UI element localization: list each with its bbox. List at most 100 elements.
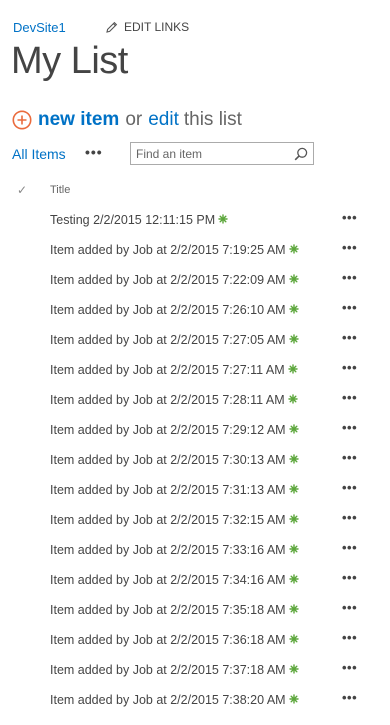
list-row-title-link[interactable]: Item added by Job at 2/2/2015 7:37:18 AM — [50, 663, 299, 677]
list-row-title: Item added by Job at 2/2/2015 7:26:10 AM — [50, 303, 286, 317]
edit-links-label: EDIT LINKS — [124, 20, 190, 34]
list-row[interactable]: Testing 2/2/2015 12:11:15 PM ••• — [0, 206, 390, 236]
list-row[interactable]: Item added by Job at 2/2/2015 7:27:05 AM… — [0, 326, 390, 356]
row-ellipsis-menu-button[interactable]: ••• — [342, 510, 357, 525]
row-ellipsis-menu-button[interactable]: ••• — [342, 600, 357, 615]
new-item-badge-icon — [288, 633, 299, 647]
row-ellipsis-menu-button[interactable]: ••• — [342, 420, 357, 435]
command-row: new item or edit this list — [12, 108, 242, 132]
list-row[interactable]: Item added by Job at 2/2/2015 7:29:12 AM… — [0, 416, 390, 446]
list-row-title-link[interactable]: Item added by Job at 2/2/2015 7:26:10 AM — [50, 303, 299, 317]
row-ellipsis-menu-button[interactable]: ••• — [342, 450, 357, 465]
list-row-title: Item added by Job at 2/2/2015 7:22:09 AM — [50, 273, 286, 287]
list-row[interactable]: Item added by Job at 2/2/2015 7:34:16 AM… — [0, 566, 390, 596]
search-icon[interactable] — [294, 147, 308, 166]
list-row-title-link[interactable]: Item added by Job at 2/2/2015 7:19:25 AM — [50, 243, 299, 257]
list-row[interactable]: Item added by Job at 2/2/2015 7:37:18 AM… — [0, 656, 390, 686]
new-item-badge-icon — [288, 543, 299, 557]
list-row-title: Item added by Job at 2/2/2015 7:29:12 AM — [50, 423, 286, 437]
search-input[interactable] — [131, 146, 291, 161]
row-ellipsis-menu-button[interactable]: ••• — [342, 540, 357, 555]
list-row[interactable]: Item added by Job at 2/2/2015 7:26:10 AM… — [0, 296, 390, 326]
list-row-title: Item added by Job at 2/2/2015 7:36:18 AM — [50, 633, 286, 647]
list-row-title: Item added by Job at 2/2/2015 7:31:13 AM — [50, 483, 286, 497]
list-row-title-link[interactable]: Item added by Job at 2/2/2015 7:31:13 AM — [50, 483, 299, 497]
row-ellipsis-menu-button[interactable]: ••• — [342, 270, 357, 285]
list-row-title: Item added by Job at 2/2/2015 7:35:18 AM — [50, 603, 286, 617]
new-item-badge-icon — [288, 663, 299, 677]
list-row-title: Testing 2/2/2015 12:11:15 PM — [50, 213, 216, 227]
list-row[interactable]: Item added by Job at 2/2/2015 7:31:13 AM… — [0, 476, 390, 506]
new-item-badge-icon — [288, 243, 299, 257]
row-ellipsis-menu-button[interactable]: ••• — [342, 690, 357, 705]
new-item-badge-icon — [288, 453, 299, 467]
site-link[interactable]: DevSite1 — [13, 20, 66, 35]
list-row-title: Item added by Job at 2/2/2015 7:19:25 AM — [50, 243, 286, 257]
row-ellipsis-menu-button[interactable]: ••• — [342, 360, 357, 375]
list-row[interactable]: Item added by Job at 2/2/2015 7:27:11 AM… — [0, 356, 390, 386]
edit-links-button[interactable]: EDIT LINKS — [106, 20, 189, 34]
or-text: or — [125, 109, 143, 130]
list-row-title: Item added by Job at 2/2/2015 7:30:13 AM — [50, 453, 286, 467]
list-row-title: Item added by Job at 2/2/2015 7:27:05 AM — [50, 333, 286, 347]
list-row-title-link[interactable]: Item added by Job at 2/2/2015 7:27:05 AM — [50, 333, 299, 347]
list-row-title: Item added by Job at 2/2/2015 7:38:20 AM — [50, 693, 286, 707]
new-item-badge-icon — [287, 363, 298, 377]
list-row-title: Item added by Job at 2/2/2015 7:37:18 AM — [50, 663, 286, 677]
this-list-text: this list — [183, 109, 242, 130]
list-row-title: Item added by Job at 2/2/2015 7:34:16 AM — [50, 573, 286, 587]
list-row[interactable]: Item added by Job at 2/2/2015 7:19:25 AM… — [0, 236, 390, 266]
row-ellipsis-menu-button[interactable]: ••• — [342, 300, 357, 315]
new-item-badge-icon — [288, 693, 299, 707]
row-ellipsis-menu-button[interactable]: ••• — [342, 240, 357, 255]
list-row[interactable]: Item added by Job at 2/2/2015 7:33:16 AM… — [0, 536, 390, 566]
view-all-items[interactable]: All Items — [12, 146, 66, 162]
list-row-title-link[interactable]: Item added by Job at 2/2/2015 7:30:13 AM — [50, 453, 299, 467]
views-row: All Items ••• — [12, 142, 322, 166]
new-item-badge-icon — [288, 573, 299, 587]
list-row-title-link[interactable]: Testing 2/2/2015 12:11:15 PM — [50, 213, 228, 227]
list-row-title: Item added by Job at 2/2/2015 7:28:11 AM — [50, 393, 285, 407]
list-row-title-link[interactable]: Item added by Job at 2/2/2015 7:34:16 AM — [50, 573, 299, 587]
list-row-title: Item added by Job at 2/2/2015 7:33:16 AM — [50, 543, 286, 557]
list-row-title-link[interactable]: Item added by Job at 2/2/2015 7:29:12 AM — [50, 423, 299, 437]
new-item-link[interactable]: new item — [38, 109, 119, 131]
new-item-badge-icon — [288, 423, 299, 437]
list-row-title-link[interactable]: Item added by Job at 2/2/2015 7:33:16 AM — [50, 543, 299, 557]
row-ellipsis-menu-button[interactable]: ••• — [342, 630, 357, 645]
list-row-title-link[interactable]: Item added by Job at 2/2/2015 7:27:11 AM — [50, 363, 298, 377]
row-ellipsis-menu-button[interactable]: ••• — [342, 570, 357, 585]
list-row[interactable]: Item added by Job at 2/2/2015 7:35:18 AM… — [0, 596, 390, 626]
row-ellipsis-menu-button[interactable]: ••• — [342, 210, 357, 225]
new-item-badge-icon — [288, 603, 299, 617]
new-item-badge-icon — [287, 393, 298, 407]
row-ellipsis-menu-button[interactable]: ••• — [342, 660, 357, 675]
list-row-title-link[interactable]: Item added by Job at 2/2/2015 7:36:18 AM — [50, 633, 299, 647]
list-row-title-link[interactable]: Item added by Job at 2/2/2015 7:38:20 AM — [50, 693, 299, 707]
list-row[interactable]: Item added by Job at 2/2/2015 7:36:18 AM… — [0, 626, 390, 656]
list-row[interactable]: Item added by Job at 2/2/2015 7:28:11 AM… — [0, 386, 390, 416]
edit-list-link[interactable]: edit — [148, 109, 179, 131]
row-ellipsis-menu-button[interactable]: ••• — [342, 330, 357, 345]
search-box — [130, 142, 314, 165]
list-body: Testing 2/2/2015 12:11:15 PM ••• Item adde… — [0, 206, 390, 716]
row-ellipsis-menu-button[interactable]: ••• — [342, 480, 357, 495]
add-circle-icon[interactable] — [12, 110, 32, 130]
select-all-checkmark[interactable]: ✓ — [17, 183, 27, 197]
list-row[interactable]: Item added by Job at 2/2/2015 7:32:15 AM… — [0, 506, 390, 536]
list-row[interactable]: Item added by Job at 2/2/2015 7:38:20 AM… — [0, 686, 390, 716]
new-item-badge-icon — [288, 513, 299, 527]
pencil-icon — [106, 21, 118, 33]
new-item-badge-icon — [288, 273, 299, 287]
list-row-title-link[interactable]: Item added by Job at 2/2/2015 7:35:18 AM — [50, 603, 299, 617]
list-row[interactable]: Item added by Job at 2/2/2015 7:30:13 AM… — [0, 446, 390, 476]
list-row-title: Item added by Job at 2/2/2015 7:27:11 AM — [50, 363, 285, 377]
list-row-title-link[interactable]: Item added by Job at 2/2/2015 7:22:09 AM — [50, 273, 299, 287]
page-title: My List — [11, 40, 128, 82]
row-ellipsis-menu-button[interactable]: ••• — [342, 390, 357, 405]
more-views-button[interactable]: ••• — [85, 144, 103, 160]
list-row-title-link[interactable]: Item added by Job at 2/2/2015 7:32:15 AM — [50, 513, 299, 527]
list-row-title-link[interactable]: Item added by Job at 2/2/2015 7:28:11 AM — [50, 393, 298, 407]
list-row[interactable]: Item added by Job at 2/2/2015 7:22:09 AM… — [0, 266, 390, 296]
title-column-header[interactable]: Title — [50, 184, 70, 196]
